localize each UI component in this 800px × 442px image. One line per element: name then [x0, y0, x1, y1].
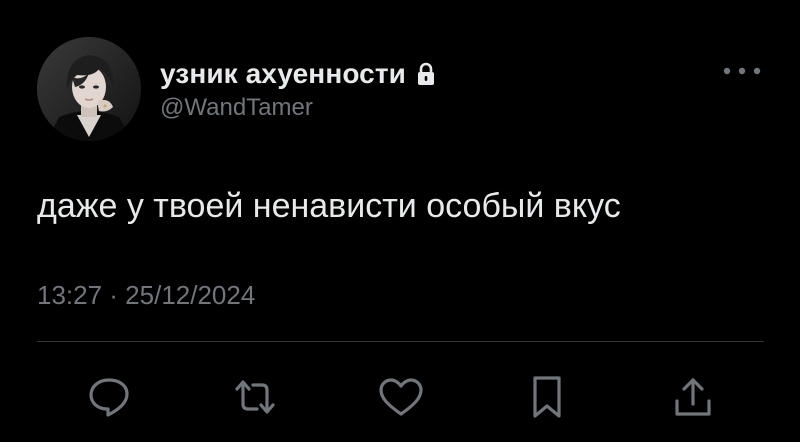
- more-dots-icon: [723, 67, 761, 75]
- divider: [37, 341, 764, 342]
- tweet-text: даже у твоей ненависти особый вкус: [37, 187, 621, 225]
- avatar-image: [37, 37, 141, 141]
- like-button[interactable]: [376, 372, 426, 422]
- display-name[interactable]: узник ахуенности: [160, 58, 406, 90]
- tweet-card: узник ахуенности @WandTamer даже у твоей…: [0, 0, 800, 442]
- more-options-button[interactable]: [718, 62, 766, 80]
- action-bar: [0, 372, 800, 422]
- heart-icon: [379, 378, 423, 416]
- lock-icon: [416, 62, 436, 86]
- bookmark-icon: [533, 376, 561, 418]
- author-row: узник ахуенности: [160, 56, 436, 92]
- share-button[interactable]: [668, 372, 718, 422]
- avatar[interactable]: [37, 37, 141, 141]
- reply-bubble-icon: [89, 378, 129, 417]
- tweet-timestamp[interactable]: 13:27 · 25/12/2024: [37, 280, 255, 311]
- retweet-button[interactable]: [230, 372, 280, 422]
- retweet-icon: [235, 380, 275, 414]
- share-icon: [675, 378, 711, 416]
- reply-button[interactable]: [84, 372, 134, 422]
- username-handle[interactable]: @WandTamer: [160, 94, 313, 122]
- bookmark-button[interactable]: [522, 372, 572, 422]
